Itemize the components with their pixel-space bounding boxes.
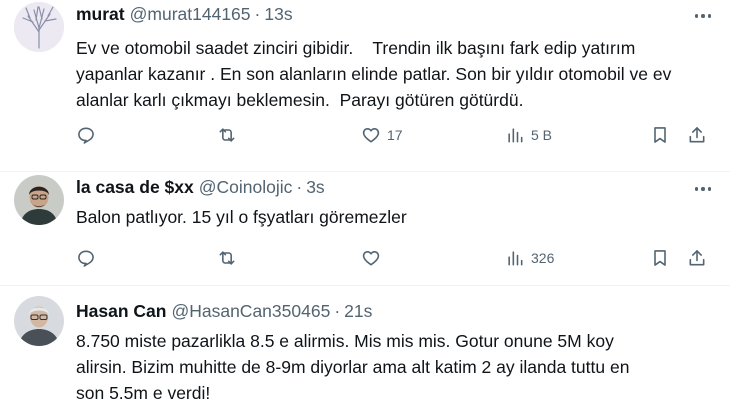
tweet-2[interactable]: la casa de $xx @Coinolojic · 3s Balon pa… — [0, 172, 730, 282]
share-icon — [689, 127, 705, 143]
tweet-text: Balon patlıyor. 15 yıl o fşyatları görem… — [76, 207, 407, 227]
reply-button[interactable] — [76, 123, 96, 147]
views-icon — [508, 251, 523, 266]
author-name[interactable]: murat — [76, 4, 125, 25]
retweet-button[interactable] — [217, 246, 237, 270]
share-button[interactable] — [687, 246, 707, 270]
avatar-image — [14, 296, 64, 346]
like-count: 17 — [387, 127, 403, 143]
separator-dot: · — [296, 177, 303, 197]
tweet-3[interactable]: Hasan Can @HasanCan350465 · 21s 8.750 mi… — [0, 286, 730, 420]
view-count: 5 B — [531, 127, 553, 143]
heart-icon — [362, 251, 380, 266]
separator-dot: · — [334, 301, 341, 321]
reply-button[interactable] — [76, 246, 96, 270]
avatar[interactable] — [14, 175, 64, 225]
more-icon[interactable] — [690, 179, 716, 199]
avatar-image — [14, 175, 64, 225]
heart-icon — [362, 128, 380, 143]
retweet-icon — [219, 251, 235, 265]
timestamp[interactable]: 21s — [344, 301, 372, 322]
action-bar: 17 5 B — [0, 123, 730, 147]
author-handle[interactable]: @Coinolojic — [199, 177, 293, 198]
share-icon — [689, 250, 705, 266]
timestamp[interactable]: 13s — [264, 4, 292, 25]
separator-dot: · — [254, 4, 261, 24]
retweet-icon — [219, 128, 235, 142]
tweet-1[interactable]: murat @murat144165 · 13s Ev ve otomobil … — [0, 0, 730, 171]
views-button[interactable]: 5 B — [505, 123, 552, 147]
bookmark-button[interactable] — [650, 123, 670, 147]
tweet-text: Ev ve otomobil saadet zinciri gibidir. T… — [76, 38, 672, 110]
like-button[interactable]: 17 — [361, 123, 403, 147]
timestamp[interactable]: 3s — [306, 177, 324, 198]
views-icon — [508, 128, 523, 143]
share-button[interactable] — [687, 123, 707, 147]
author-name[interactable]: la casa de $xx — [76, 177, 194, 198]
reply-icon — [78, 127, 94, 144]
retweet-button[interactable] — [217, 123, 237, 147]
view-count: 326 — [531, 250, 555, 266]
bookmark-button[interactable] — [650, 246, 670, 270]
avatar[interactable] — [14, 296, 64, 346]
avatar-image — [14, 2, 64, 52]
author-name[interactable]: Hasan Can — [76, 301, 166, 322]
action-bar: 326 — [0, 246, 730, 270]
author-handle[interactable]: @murat144165 — [130, 4, 251, 25]
views-button[interactable]: 326 — [505, 246, 554, 270]
reply-icon — [78, 250, 94, 267]
like-button[interactable] — [361, 246, 387, 270]
author-handle[interactable]: @HasanCan350465 — [171, 301, 330, 322]
tweet-text: 8.750 miste pazarlikla 8.5 e alirmis. Mi… — [76, 331, 630, 403]
bookmark-icon — [654, 250, 666, 266]
bookmark-icon — [654, 127, 666, 143]
avatar[interactable] — [14, 2, 64, 52]
more-icon[interactable] — [690, 6, 716, 26]
